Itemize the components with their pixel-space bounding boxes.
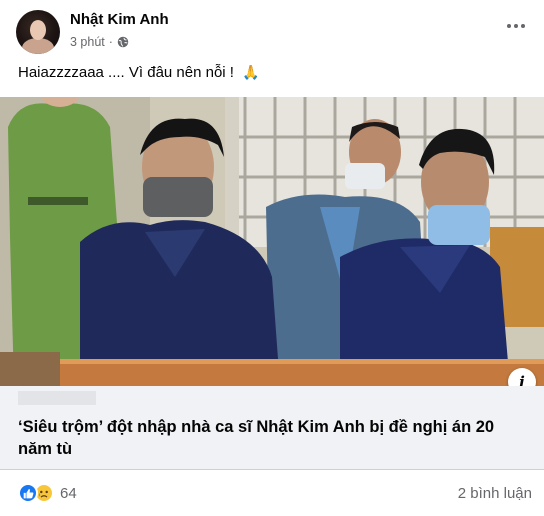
link-title[interactable]: ‘Siêu trộm’ đột nhập nhà ca sĩ Nhật Kim … (18, 416, 528, 460)
link-preview-image[interactable] (0, 97, 544, 386)
more-options-icon[interactable] (504, 14, 528, 38)
link-domain (18, 391, 96, 405)
post-meta: 3 phút · (70, 35, 129, 49)
globe-icon[interactable] (117, 36, 129, 48)
author-avatar[interactable] (16, 10, 60, 54)
post-footer: 64 2 bình luận (0, 471, 544, 516)
reaction-summary[interactable]: 64 (18, 483, 77, 503)
caption-text: Haiazzzzaaa .... Vì đâu nên nỗi ! (18, 64, 234, 81)
post-caption: Haiazzzzaaa .... Vì đâu nên nỗi ! 🙏 (18, 64, 260, 81)
post-header: Nhật Kim Anh 3 phút · (0, 0, 544, 60)
author-name[interactable]: Nhật Kim Anh (70, 11, 169, 28)
courtroom-photo (0, 97, 544, 386)
comment-count[interactable]: 2 bình luận (458, 485, 532, 502)
caption-emoji: 🙏 (242, 64, 260, 80)
reaction-count: 64 (60, 484, 77, 502)
link-preview[interactable]: ‘Siêu trộm’ đột nhập nhà ca sĩ Nhật Kim … (0, 386, 544, 470)
like-reaction-icon (18, 483, 38, 503)
meta-separator: · (108, 35, 113, 49)
post-time[interactable]: 3 phút (70, 35, 105, 49)
